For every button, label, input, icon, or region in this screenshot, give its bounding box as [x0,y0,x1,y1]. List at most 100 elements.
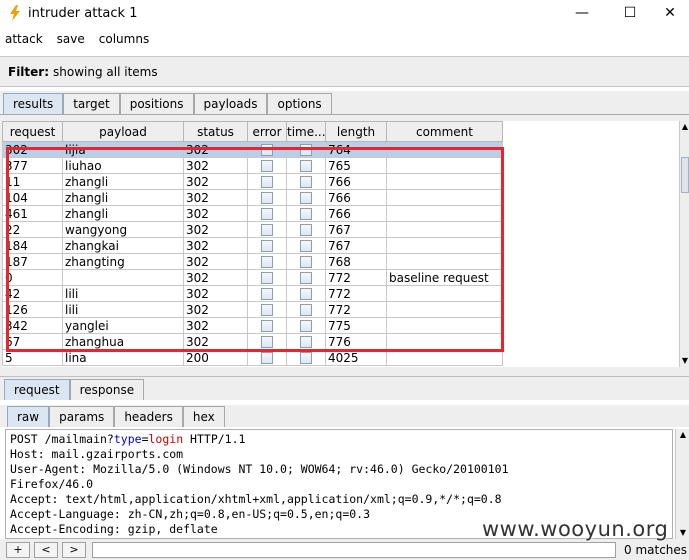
timeout-checkbox [286,333,326,350]
main-tabs: results target positions payloads option… [0,91,689,114]
cell-payload: liuhao [62,157,184,174]
cell-payload: zhangli [62,205,184,222]
tab-hex[interactable]: hex [182,406,225,427]
table-row[interactable]: 67 zhanghua 302 776 [2,333,503,350]
error-checkbox-box [261,192,273,204]
cell-payload: wangyong [62,221,184,238]
error-checkbox-box [261,272,273,284]
column-length[interactable]: length [325,121,387,142]
cell-length: 766 [325,205,387,222]
table-row[interactable]: 302 lijia 302 764 [2,141,503,158]
scroll-thumb[interactable] [681,157,689,193]
cell-length: 766 [325,189,387,206]
error-checkbox [247,189,287,206]
cell-status: 302 [183,205,248,222]
cell-status: 302 [183,189,248,206]
cell-comment [386,189,503,206]
timeout-checkbox-box [300,336,312,348]
cell-request: 42 [2,285,63,302]
table-row[interactable]: 184 zhangkai 302 767 [2,237,503,254]
timeout-checkbox-box [300,272,312,284]
table-row[interactable]: 126 lili 302 772 [2,301,503,318]
column-comment[interactable]: comment [386,121,503,142]
tab-request[interactable]: request [4,379,70,400]
table-row[interactable]: 377 liuhao 302 765 [2,157,503,174]
cell-comment [386,317,503,334]
cell-comment [386,221,503,238]
column-timeout[interactable]: time... [286,121,326,142]
table-row[interactable]: 42 lili 302 772 [2,285,503,302]
column-status[interactable]: status [183,121,248,142]
cell-request: 0 [2,269,63,286]
timeout-checkbox-box [300,240,312,252]
timeout-checkbox-box [300,304,312,316]
column-error[interactable]: error [247,121,287,142]
table-row[interactable]: 22 wangyong 302 767 [2,221,503,238]
timeout-checkbox [286,349,326,366]
menu-attack[interactable]: attack [5,32,43,46]
error-checkbox-box [261,224,273,236]
cell-request: 342 [2,317,63,334]
cell-status: 302 [183,333,248,350]
tab-headers[interactable]: headers [114,406,183,427]
timeout-checkbox-box [300,352,312,364]
table-row[interactable]: 104 zhangli 302 766 [2,189,503,206]
tab-options[interactable]: options [267,93,332,114]
table-row[interactable]: 11 zhangli 302 766 [2,173,503,190]
cell-request: 302 [2,141,63,158]
results-scrollbar[interactable]: ▲ ▼ [679,121,689,367]
error-checkbox-box [261,352,273,364]
menu-columns[interactable]: columns [99,32,149,46]
cell-length: 767 [325,237,387,254]
tab-positions[interactable]: positions [119,93,194,114]
error-checkbox-box [261,336,273,348]
table-row[interactable]: 187 zhangting 302 768 [2,253,503,270]
menu-save[interactable]: save [57,32,85,46]
table-row[interactable]: 5 lina 200 4025 [2,349,503,366]
minimize-button[interactable]: — [563,0,601,26]
table-row[interactable]: 461 zhangli 302 766 [2,205,503,222]
search-bar: + < > 0 matches [0,539,689,560]
scroll-up-icon[interactable]: ▲ [680,121,689,133]
split-pane-divider[interactable] [0,367,689,377]
timeout-checkbox-box [300,192,312,204]
maximize-button[interactable]: ☐ [611,0,649,26]
close-button[interactable]: ✕ [651,0,689,26]
timeout-checkbox-box [300,224,312,236]
request-scrollbar[interactable]: ▲ ▼ [675,429,689,539]
filter-bar[interactable]: Filter: showing all items [0,56,689,87]
cell-comment [386,285,503,302]
tab-params[interactable]: params [49,406,115,427]
tab-payloads[interactable]: payloads [193,93,268,114]
cell-payload [62,269,184,286]
table-row[interactable]: 342 yanglei 302 775 [2,317,503,334]
scroll-down-icon[interactable]: ▼ [676,527,689,539]
timeout-checkbox [286,189,326,206]
add-button[interactable]: + [6,541,30,558]
cell-status: 302 [183,301,248,318]
cell-length: 772 [325,285,387,302]
tab-response[interactable]: response [69,379,145,400]
tab-target[interactable]: target [63,93,120,114]
matches-count: 0 matches [624,542,688,557]
cell-request: 184 [2,237,63,254]
cell-length: 768 [325,253,387,270]
tab-results[interactable]: results [3,93,64,114]
tab-raw[interactable]: raw [7,406,50,427]
cell-request: 67 [2,333,63,350]
scroll-up-icon[interactable]: ▲ [676,429,689,441]
previous-button[interactable]: < [34,541,58,558]
column-payload[interactable]: payload [62,121,184,142]
cell-length: 4025 [325,349,387,366]
scroll-down-icon[interactable]: ▼ [680,355,689,367]
next-button[interactable]: > [62,541,86,558]
cell-status: 302 [183,237,248,254]
column-request[interactable]: request [2,121,63,142]
search-input[interactable] [92,541,616,558]
table-row[interactable]: 0 302 772 baseline request [2,269,503,286]
error-checkbox [247,285,287,302]
error-checkbox [247,349,287,366]
results-table-container: request payload status error time... len… [2,121,679,367]
error-checkbox [247,269,287,286]
error-checkbox-box [261,176,273,188]
